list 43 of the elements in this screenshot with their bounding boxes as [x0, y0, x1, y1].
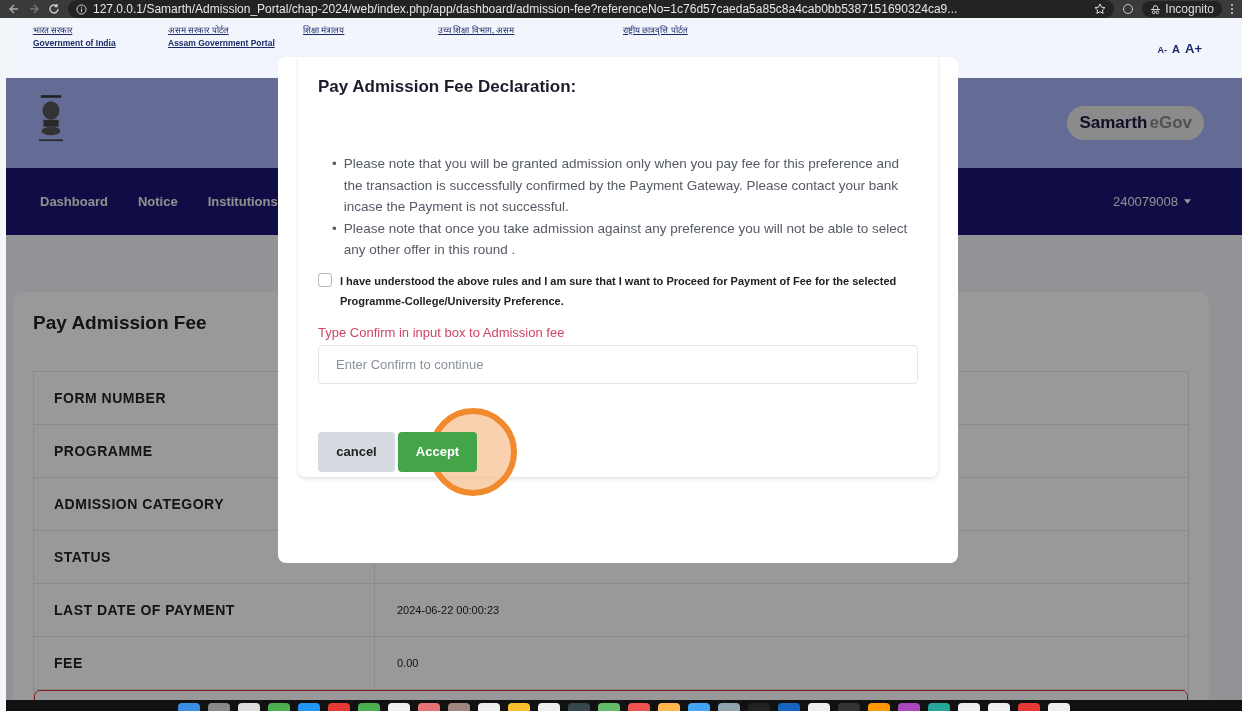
bullet-marker: • [332, 219, 337, 238]
table-cell: 0.00 [397, 657, 419, 669]
incognito-badge[interactable]: Incognito [1142, 1, 1222, 17]
user-menu[interactable]: 240079008 [1106, 193, 1197, 210]
table-cell: LAST DATE OF PAYMENT [34, 584, 375, 636]
back-icon[interactable] [8, 3, 20, 15]
card-title: Pay Admission Fee [33, 312, 207, 334]
font-size-button[interactable]: A+ [1185, 40, 1202, 56]
confirm-input[interactable]: Enter Confirm to continue [318, 344, 918, 384]
gov-link[interactable]: उच्च शिक्षा विभाग, असम [438, 24, 515, 35]
incognito-icon [1150, 3, 1162, 15]
cancel-button[interactable]: cancel [318, 431, 395, 472]
gov-link[interactable]: असम सरकार पोर्टल [168, 24, 229, 35]
agreement-text: I have understood the above rules and I am sure that I want to Proceed for Payment of Fee for the selected Programme-College/University Preference. [340, 273, 898, 309]
table-cell: 2024-06-22 00:00:23 [397, 604, 500, 616]
gov-link[interactable]: Government of India [33, 38, 116, 48]
gov-link[interactable]: शिक्षा मंत्रालय [303, 24, 345, 35]
gov-link[interactable]: राष्ट्रीय छात्रवृत्ति पोर्टल [623, 24, 688, 35]
bullet-marker: • [332, 155, 337, 173]
star-icon[interactable] [1094, 3, 1107, 15]
info-icon [76, 3, 87, 15]
address-bar[interactable]: 127.0.0.1/Samarth/Admission_Portal/chap-2024/web/index.php/app/dashboard/admission-fee?referenceNo=1c76d57caeda5a85c8a4cab0bb5387151690324ca9... [68, 0, 1115, 18]
brand-suffix: eGov [1149, 113, 1192, 132]
agree-checkbox[interactable] [318, 272, 332, 287]
nav-link[interactable]: Institutions [207, 194, 278, 209]
more-icon[interactable] [1230, 3, 1234, 15]
table-cell: FEE [34, 637, 375, 689]
confirm-label: Type Confirm in input box to Admission fee [318, 324, 566, 340]
url-text: 127.0.0.1/Samarth/Admission_Portal/chap-2024/web/index.php/app/dashboard/admission-fee?referenceNo=1c76d57caeda5a85c8a4cab0bb5387151690324ca9... [93, 2, 959, 16]
nav-link[interactable]: Dashboard [40, 194, 108, 209]
gov-link[interactable]: भारत सरकार [33, 24, 73, 35]
note-text: Please note that once you take admission against any preference you will not be able to select any other offer in this round . [343, 219, 909, 259]
gov-link[interactable]: Assam Government Portal [168, 38, 275, 48]
modal-title: Pay Admission Fee Declaration: [318, 77, 578, 97]
note-text: Please note that you will be granted admission only when you pay fee for this preference and the transaction is successfully confirmed by the Payment Gateway. Please contact your bank incase the Payment is not successful. [343, 155, 901, 216]
font-size-button[interactable]: A- [1157, 44, 1168, 55]
incognito-label: Incognito [1165, 2, 1214, 16]
brand-name: Samarth [1079, 113, 1148, 132]
caret-icon [1184, 199, 1191, 204]
forward-icon[interactable] [28, 3, 40, 15]
font-size-button[interactable]: A [1172, 42, 1180, 55]
reload-icon[interactable] [48, 3, 60, 15]
nav-link[interactable]: Notice [137, 194, 178, 209]
